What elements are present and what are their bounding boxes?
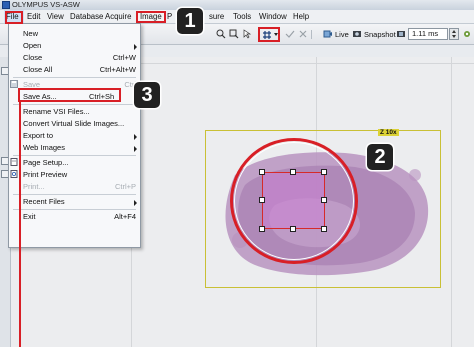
callout-3: 3 xyxy=(134,82,160,108)
check-icon[interactable] xyxy=(285,29,295,39)
menu-process-partial[interactable]: P xyxy=(167,10,172,23)
callout-1: 1 xyxy=(177,8,203,34)
menu-edit[interactable]: Edit xyxy=(27,10,40,23)
shortcut-close: Ctrl+W xyxy=(112,53,136,62)
submenu-arrow-icon xyxy=(134,44,137,50)
highlight-circle-inner xyxy=(234,142,354,260)
menu-view[interactable]: View xyxy=(47,10,64,23)
shortcut-print: Ctrl+P xyxy=(114,182,136,191)
menu-tools[interactable]: Tools xyxy=(233,10,251,23)
menu-database[interactable]: Database xyxy=(70,10,103,23)
menu-acquire[interactable]: Acquire xyxy=(105,10,131,23)
menu-separator xyxy=(13,194,136,195)
chevron-down-icon[interactable] xyxy=(274,33,278,36)
live-icon[interactable] xyxy=(323,29,333,39)
menu-window[interactable]: Window xyxy=(259,10,287,23)
menu-separator xyxy=(13,77,136,78)
callout-2: 2 xyxy=(367,144,393,170)
zoom-label: Z 10x xyxy=(378,129,399,136)
window-title: OLYMPUS VS-ASW xyxy=(12,0,80,9)
chevron-up-icon[interactable] xyxy=(452,30,456,33)
file-menu-dropdown: New Open Close Ctrl+W Close All Ctrl+Alt… xyxy=(8,23,141,248)
page-setup-icon xyxy=(10,158,18,166)
settings-icon[interactable] xyxy=(462,29,472,39)
menu-item-page-setup[interactable]: Page Setup... xyxy=(23,157,68,168)
submenu-arrow-icon xyxy=(134,146,137,152)
menu-separator xyxy=(13,209,136,210)
exposure-icon xyxy=(397,31,405,37)
snapshot-icon[interactable] xyxy=(352,29,362,39)
menu-item-close[interactable]: Close xyxy=(23,52,42,63)
app-icon xyxy=(2,1,10,9)
menu-measure-partial[interactable]: sure xyxy=(209,10,224,23)
menu-separator xyxy=(13,155,136,156)
menu-item-export-to[interactable]: Export to xyxy=(23,130,53,141)
toolbar-separator xyxy=(311,30,312,39)
menu-bar: File Edit View Database Acquire Image P … xyxy=(0,10,474,24)
exposure-time-field[interactable]: 1.11 ms xyxy=(408,28,448,40)
pointer-icon[interactable] xyxy=(242,29,252,39)
chevron-down-icon[interactable] xyxy=(452,35,456,38)
menu-item-web-images[interactable]: Web Images xyxy=(23,142,65,153)
menu-item-print-preview[interactable]: Print Preview xyxy=(23,169,67,180)
menu-item-recent-files[interactable]: Recent Files xyxy=(23,196,65,207)
submenu-arrow-icon xyxy=(134,200,137,206)
exposure-spinner[interactable] xyxy=(449,28,459,40)
grid-line xyxy=(451,57,452,347)
snapshot-button[interactable]: Snapshot xyxy=(364,30,396,39)
menu-item-new[interactable]: New xyxy=(23,28,38,39)
menu-help[interactable]: Help xyxy=(293,10,309,23)
menu-item-convert-vsi[interactable]: Convert Virtual Slide Images... xyxy=(23,118,124,129)
scan-area-tool-icon[interactable] xyxy=(262,30,272,40)
image-menu-highlight xyxy=(136,11,166,23)
menu-item-print[interactable]: Print... xyxy=(23,181,45,192)
submenu-arrow-icon xyxy=(134,134,137,140)
callout-leader-line xyxy=(19,101,21,347)
save-as-highlight xyxy=(18,88,121,102)
live-button[interactable]: Live xyxy=(335,30,349,39)
menu-item-open[interactable]: Open xyxy=(23,40,41,51)
menu-item-rename-vsi[interactable]: Rename VSI Files... xyxy=(23,106,90,117)
cross-icon[interactable] xyxy=(298,29,308,39)
menu-separator xyxy=(13,104,136,105)
save-icon xyxy=(10,80,18,88)
print-preview-icon xyxy=(10,170,18,178)
zoom-rect-icon[interactable] xyxy=(229,29,239,39)
menu-item-exit[interactable]: Exit xyxy=(23,211,36,222)
file-menu-highlight xyxy=(5,11,23,24)
shortcut-exit: Alt+F4 xyxy=(114,212,136,221)
shortcut-close-all: Ctrl+Alt+W xyxy=(99,65,136,74)
menu-item-close-all[interactable]: Close All xyxy=(23,64,52,75)
zoom-icon[interactable] xyxy=(216,29,226,39)
